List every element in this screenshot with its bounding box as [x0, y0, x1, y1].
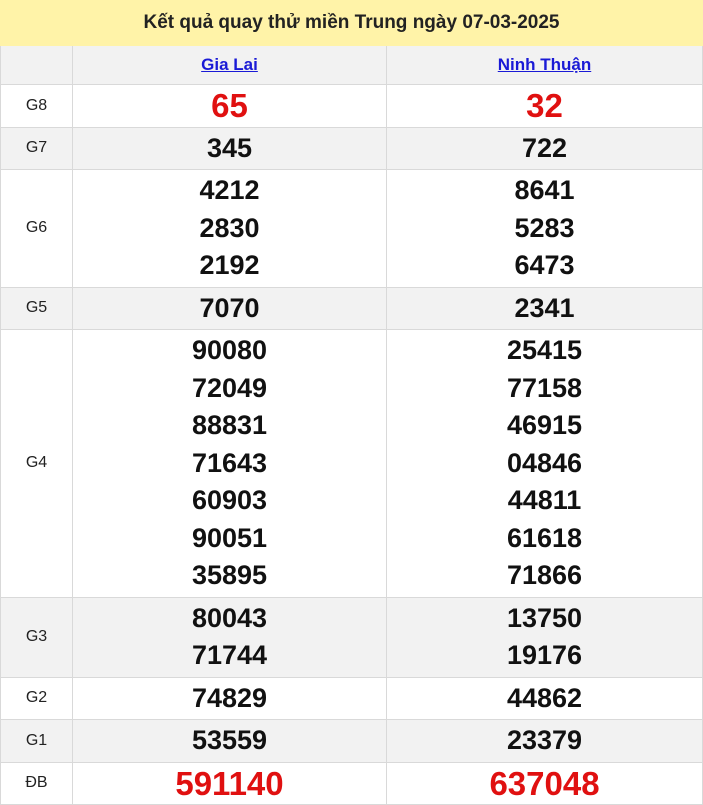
prize-cell: 80043 71744 — [72, 596, 387, 678]
prize-cell: 32 — [386, 84, 703, 128]
prize-cell: 4212 2830 2192 — [72, 169, 387, 288]
province-header-1: Gia Lai — [72, 45, 387, 85]
province-header-2: Ninh Thuận — [386, 45, 703, 85]
prize-cell: 65 — [72, 84, 387, 128]
prize-cell: 2341 — [386, 286, 703, 330]
prize-row: G1 53559 23379 — [0, 719, 703, 763]
prize-cell: 23379 — [386, 719, 703, 763]
prize-cell: 13750 19176 — [386, 596, 703, 678]
prize-number: 61618 — [506, 522, 583, 553]
prize-cell: 7070 — [72, 286, 387, 330]
prize-number: 04846 — [506, 447, 583, 478]
province-header-row: Gia Lai Ninh Thuận — [0, 45, 703, 85]
prize-cell: 345 — [72, 126, 387, 170]
prize-number: 72049 — [191, 372, 268, 403]
prize-number: 44862 — [506, 682, 583, 713]
prize-label: G8 — [0, 84, 73, 128]
prize-number: 71866 — [506, 560, 583, 590]
prize-cell: 44862 — [386, 676, 703, 720]
prize-number: 6473 — [514, 250, 575, 280]
header-blank — [0, 45, 73, 85]
prize-row: G7 345 722 — [0, 126, 703, 170]
prize-label: G4 — [0, 329, 73, 598]
prize-cell: 90080 72049 88831 71643 60903 90051 35895 — [72, 329, 387, 598]
prize-number: 722 — [521, 132, 568, 163]
prize-row: G4 90080 72049 88831 71643 60903 90051 35895 254… — [0, 329, 703, 598]
prize-number: 46915 — [506, 410, 583, 440]
prize-row: G3 80043 71744 13750 19176 — [0, 596, 703, 678]
prize-cell: 591140 — [72, 761, 387, 805]
prize-label: G7 — [0, 126, 73, 170]
prize-number: 2192 — [199, 250, 260, 280]
prize-number: 80043 — [191, 602, 268, 633]
prize-row: ĐB 591140 637048 — [0, 761, 703, 805]
prize-cell: 53559 — [72, 719, 387, 763]
prize-number: 19176 — [506, 640, 583, 670]
prize-cell: 74829 — [72, 676, 387, 720]
prize-number: 32 — [526, 87, 563, 124]
prize-number: 345 — [206, 132, 253, 163]
prize-number: 7070 — [199, 292, 260, 323]
prize-number: 44811 — [507, 485, 582, 515]
prize-cell: 8641 5283 6473 — [386, 169, 703, 288]
prize-number: 60903 — [191, 485, 268, 515]
prize-number: 35895 — [191, 560, 268, 590]
prize-label: G1 — [0, 719, 73, 763]
prize-number: 4212 — [199, 175, 260, 205]
prize-number: 2341 — [514, 292, 575, 323]
prize-row: G6 4212 2830 2192 8641 5283 6473 — [0, 169, 703, 288]
prize-number: 13750 — [506, 602, 583, 633]
prize-number: 2830 — [199, 212, 260, 243]
results-table: Kết quả quay thử miền Trung ngày 07-03-2… — [0, 0, 703, 805]
province-link-ninh-thuan[interactable]: Ninh Thuận — [498, 55, 591, 74]
prize-number: 591140 — [175, 764, 284, 802]
province-link-gia-lai[interactable]: Gia Lai — [201, 55, 258, 74]
prize-label: G3 — [0, 596, 73, 678]
prize-number: 74829 — [191, 682, 268, 713]
prize-number: 90051 — [191, 522, 268, 553]
prize-number: 5283 — [514, 212, 575, 243]
prize-label: G6 — [0, 169, 73, 288]
prize-row: G8 65 32 — [0, 84, 703, 128]
prize-label: G2 — [0, 676, 73, 720]
prize-cell: 25415 77158 46915 04846 44811 61618 71866 — [386, 329, 703, 598]
prize-number: 25415 — [506, 335, 583, 365]
prize-cell: 722 — [386, 126, 703, 170]
prize-number: 65 — [211, 87, 248, 124]
prize-number: 23379 — [506, 725, 583, 755]
prize-label: G5 — [0, 286, 73, 330]
prize-number: 53559 — [191, 725, 268, 755]
prize-number: 71744 — [191, 640, 268, 670]
prize-number: 8641 — [514, 175, 575, 205]
prize-row: G5 7070 2341 — [0, 286, 703, 330]
prize-number: 88831 — [191, 410, 268, 440]
page-title: Kết quả quay thử miền Trung ngày 07-03-2… — [0, 0, 703, 46]
prize-number: 77158 — [506, 372, 583, 403]
prize-cell: 637048 — [386, 761, 703, 805]
title-row: Kết quả quay thử miền Trung ngày 07-03-2… — [0, 0, 703, 46]
prize-number: 71643 — [191, 447, 268, 478]
prize-label: ĐB — [0, 761, 73, 805]
prize-number: 637048 — [489, 764, 600, 802]
prize-number: 90080 — [191, 335, 268, 365]
prize-row: G2 74829 44862 — [0, 676, 703, 720]
